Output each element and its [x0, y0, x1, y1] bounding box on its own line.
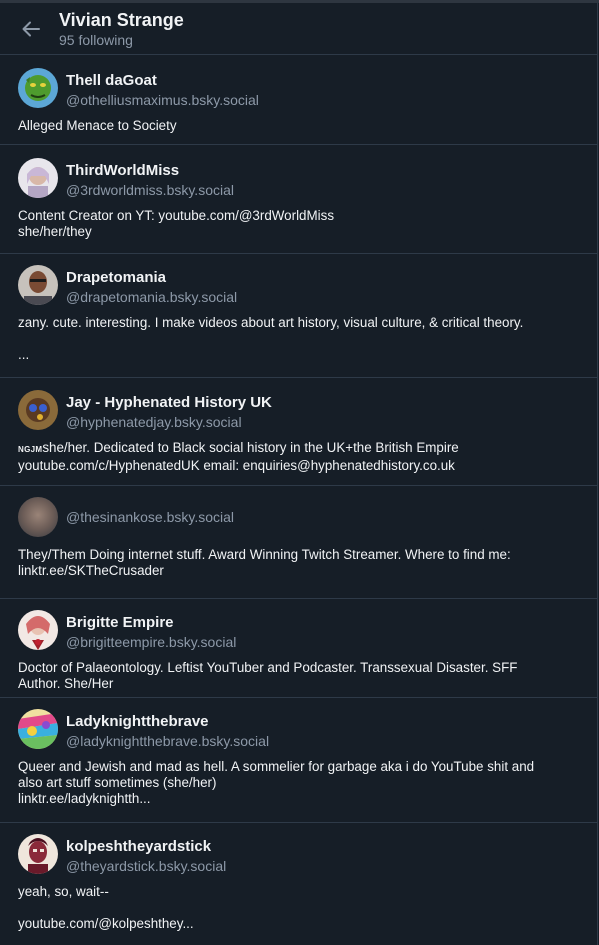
user-bio: They/Them Doing internet stuff. Award Wi… — [18, 547, 511, 578]
user-bio: NGJMshe/her. Dedicated to Black social h… — [18, 440, 583, 474]
avatar — [18, 610, 58, 650]
avatar — [18, 68, 58, 108]
user-display-name[interactable]: ThirdWorldMiss — [66, 162, 179, 179]
user-handle: @brigitteempire.bsky.social — [66, 634, 237, 650]
page-title: Vivian Strange — [59, 10, 184, 30]
user-handle: @thesinankose.bsky.social — [66, 509, 235, 525]
list-item[interactable]: Ladyknightthebrave @ladyknightthebrave.b… — [0, 698, 597, 823]
avatar — [18, 158, 58, 198]
list-item[interactable]: Drapetomania @drapetomania.bsky.social z… — [0, 254, 597, 378]
user-bio: Queer and Jewish and mad as hell. A somm… — [18, 759, 535, 806]
user-bio: zany. cute. interesting. I make videos a… — [18, 315, 524, 362]
user-handle: @othelliusmaximus.bsky.social — [66, 92, 259, 108]
user-display-name[interactable]: Brigitte Empire — [66, 614, 174, 631]
page-header: Vivian Strange 95 following — [0, 3, 598, 55]
avatar — [18, 390, 58, 430]
list-item[interactable]: Thell daGoat @othelliusmaximus.bsky.soci… — [0, 55, 597, 145]
avatar — [18, 834, 58, 874]
following-list: Thell daGoat @othelliusmaximus.bsky.soci… — [0, 55, 598, 945]
user-handle: @hyphenatedjay.bsky.social — [66, 414, 242, 430]
arrow-left-icon[interactable] — [20, 18, 42, 40]
user-bio: Alleged Menace to Society — [18, 118, 177, 133]
bio-prefix: NGJM — [18, 445, 43, 454]
list-item[interactable]: kolpeshtheyardstick @theyardstick.bsky.s… — [0, 823, 597, 945]
following-count: 95 following — [59, 32, 133, 48]
list-item[interactable]: Brigitte Empire @brigitteempire.bsky.soc… — [0, 599, 597, 698]
user-bio: yeah, so, wait-- youtube.com/@kolpeshthe… — [18, 884, 194, 931]
bio-text: she/her. Dedicated to Black social histo… — [18, 440, 459, 473]
user-handle: @drapetomania.bsky.social — [66, 289, 238, 305]
avatar — [18, 497, 58, 537]
user-display-name[interactable]: Drapetomania — [66, 269, 166, 286]
user-bio: Content Creator on YT: youtube.com/@3rdW… — [18, 208, 335, 239]
user-handle: @ladyknightthebrave.bsky.social — [66, 733, 270, 749]
user-display-name[interactable]: Thell daGoat — [66, 72, 157, 89]
list-item[interactable]: ThirdWorldMiss @3rdworldmiss.bsky.social… — [0, 145, 597, 254]
user-display-name[interactable]: kolpeshtheyardstick — [66, 838, 211, 855]
user-bio: Doctor of Palaeontology. Leftist YouTube… — [18, 660, 518, 691]
list-item[interactable]: Jay - Hyphenated History UK @hyphenatedj… — [0, 378, 597, 486]
user-display-name[interactable]: Ladyknightthebrave — [66, 713, 209, 730]
user-display-name[interactable]: Jay - Hyphenated History UK — [66, 394, 272, 411]
user-handle: @theyardstick.bsky.social — [66, 858, 227, 874]
user-handle: @3rdworldmiss.bsky.social — [66, 182, 234, 198]
avatar — [18, 265, 58, 305]
avatar — [18, 709, 58, 749]
list-item[interactable]: @thesinankose.bsky.social They/Them Doin… — [0, 486, 597, 599]
